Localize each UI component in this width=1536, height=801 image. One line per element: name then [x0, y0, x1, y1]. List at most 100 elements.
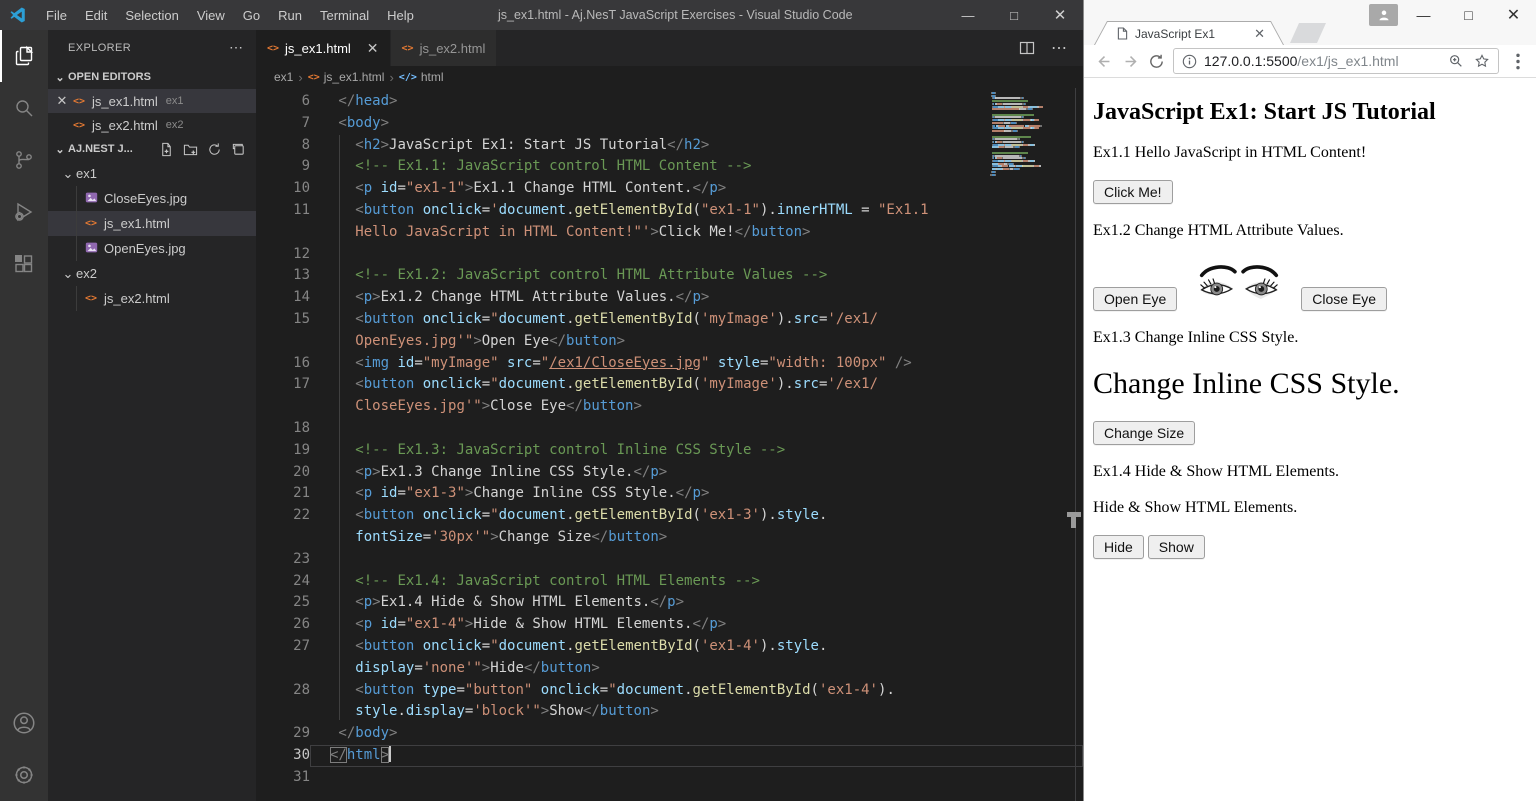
tab-js-ex1[interactable]: <> js_ex1.html ✕ [256, 30, 390, 66]
browser-menu-icon[interactable] [1507, 53, 1529, 70]
run-debug-icon[interactable] [0, 186, 48, 238]
code-line-11[interactable]: 11 <button onclick='document.getElementB… [256, 200, 1083, 222]
close-editor-icon[interactable]: ✕ [54, 93, 70, 109]
click-me-button[interactable]: Click Me! [1093, 180, 1173, 204]
editor-scrollbar[interactable] [1075, 88, 1083, 801]
hide-button[interactable]: Hide [1093, 535, 1144, 559]
explorer-icon[interactable] [0, 30, 48, 82]
close-button[interactable]: ✕ [1037, 0, 1083, 30]
code-line-wrap[interactable]: style.display='block'">Show</button> [256, 701, 1083, 723]
code-line-wrap[interactable]: Hello JavaScript in HTML Content!"'>Clic… [256, 222, 1083, 244]
close-tab-icon[interactable]: ✕ [1254, 26, 1265, 42]
code-line-24[interactable]: 24 <!-- Ex1.4: JavaScript control HTML E… [256, 571, 1083, 593]
extensions-icon[interactable] [0, 238, 48, 290]
menu-go[interactable]: Go [234, 8, 269, 23]
new-folder-icon[interactable] [183, 142, 198, 157]
code-line-27[interactable]: 27 <button onclick="document.getElementB… [256, 636, 1083, 658]
settings-gear-icon[interactable] [0, 749, 48, 801]
explorer-more-actions-icon[interactable]: ⋯ [229, 39, 244, 56]
maximize-button[interactable]: □ [991, 0, 1037, 30]
account-icon[interactable] [0, 697, 48, 749]
refresh-icon[interactable] [207, 142, 222, 157]
code-line-26[interactable]: 26 <p id="ex1-4">Hide & Show HTML Elemen… [256, 614, 1083, 636]
code-line-22[interactable]: 22 <button onclick="document.getElementB… [256, 505, 1083, 527]
code-line-30[interactable]: 30</html> [256, 745, 1083, 767]
breadcrumb-item-html[interactable]: </>html [399, 70, 444, 84]
tree-folder-ex1[interactable]: ⌄ex1 [48, 161, 256, 186]
code-line-7[interactable]: 7 <body> [256, 113, 1083, 135]
tab-js-ex2[interactable]: <> js_ex2.html [391, 30, 497, 66]
code-line-9[interactable]: 9 <!-- Ex1.1: JavaScript control HTML Co… [256, 156, 1083, 178]
reload-icon[interactable] [1143, 53, 1169, 70]
close-eye-button[interactable]: Close Eye [1301, 287, 1387, 311]
zoom-icon[interactable] [1448, 53, 1464, 69]
url-text[interactable]: 127.0.0.1:5500/ex1/js_ex1.html [1204, 53, 1442, 69]
tree-file-js_ex2.html[interactable]: <>js_ex2.html [48, 286, 256, 311]
code-line-6[interactable]: 6 </head> [256, 91, 1083, 113]
code-line-wrap[interactable]: display='none'">Hide</button> [256, 658, 1083, 680]
code-line-23[interactable]: 23 [256, 549, 1083, 571]
code-line-12[interactable]: 12 [256, 244, 1083, 266]
code-line-29[interactable]: 29 </body> [256, 723, 1083, 745]
menu-help[interactable]: Help [378, 8, 423, 23]
code-line-wrap[interactable]: CloseEyes.jpg'">Close Eye</button> [256, 396, 1083, 418]
tree-file-js_ex1.html[interactable]: <>js_ex1.html [48, 211, 256, 236]
browser-tab[interactable]: JavaScript Ex1 ✕ [1094, 21, 1284, 45]
code-line-wrap[interactable]: fontSize='30px'">Change Size</button> [256, 527, 1083, 549]
code-line-14[interactable]: 14 <p>Ex1.2 Change HTML Attribute Values… [256, 287, 1083, 309]
menu-file[interactable]: File [37, 8, 76, 23]
open-editor-js_ex2.html[interactable]: <>js_ex2.htmlex2 [48, 113, 256, 137]
tree-folder-ex2[interactable]: ⌄ex2 [48, 261, 256, 286]
tree-file-OpenEyes.jpg[interactable]: OpenEyes.jpg [48, 236, 256, 261]
forward-icon[interactable] [1117, 53, 1143, 70]
breadcrumb-item-js_ex1.html[interactable]: <>js_ex1.html [308, 70, 385, 84]
split-editor-icon[interactable] [1019, 40, 1035, 56]
code-line-17[interactable]: 17 <button onclick="document.getElementB… [256, 374, 1083, 396]
code-editor[interactable]: 6 </head>7 <body>8 <h2>JavaScript Ex1: S… [256, 88, 1083, 801]
info-icon[interactable] [1182, 54, 1197, 69]
show-button[interactable]: Show [1148, 535, 1205, 559]
menu-selection[interactable]: Selection [116, 8, 187, 23]
close-button[interactable]: ✕ [1491, 0, 1536, 30]
minimize-button[interactable]: — [1401, 0, 1446, 30]
workspace-header[interactable]: ⌄ AJ.NEST J... [48, 137, 256, 161]
change-size-button[interactable]: Change Size [1093, 421, 1195, 445]
resize-handle[interactable] [1067, 512, 1082, 528]
open-editors-header[interactable]: ⌄ OPEN EDITORS [48, 65, 256, 89]
code-line-15[interactable]: 15 <button onclick="document.getElementB… [256, 309, 1083, 331]
open-editor-js_ex1.html[interactable]: ✕<>js_ex1.htmlex1 [48, 89, 256, 113]
code-line-21[interactable]: 21 <p id="ex1-3">Change Inline CSS Style… [256, 483, 1083, 505]
code-line-8[interactable]: 8 <h2>JavaScript Ex1: Start JS Tutorial<… [256, 135, 1083, 157]
menu-edit[interactable]: Edit [76, 8, 116, 23]
code-line-13[interactable]: 13 <!-- Ex1.2: JavaScript control HTML A… [256, 265, 1083, 287]
profile-icon[interactable] [1369, 4, 1398, 26]
collapse-all-icon[interactable] [231, 142, 246, 157]
close-tab-icon[interactable]: ✕ [367, 40, 379, 57]
search-icon[interactable] [0, 82, 48, 134]
code-line-25[interactable]: 25 <p>Ex1.4 Hide & Show HTML Elements.</… [256, 592, 1083, 614]
code-line-31[interactable]: 31 [256, 767, 1083, 789]
maximize-button[interactable]: □ [1446, 0, 1491, 30]
code-line-20[interactable]: 20 <p>Ex1.3 Change Inline CSS Style.</p> [256, 462, 1083, 484]
back-icon[interactable] [1091, 53, 1117, 70]
new-file-icon[interactable] [159, 142, 174, 157]
code-line-28[interactable]: 28 <button type="button" onclick="docume… [256, 680, 1083, 702]
tree-file-CloseEyes.jpg[interactable]: CloseEyes.jpg [48, 186, 256, 211]
source-control-icon[interactable] [0, 134, 48, 186]
more-actions-icon[interactable]: ⋯ [1051, 38, 1067, 58]
code-line-19[interactable]: 19 <!-- Ex1.3: JavaScript control Inline… [256, 440, 1083, 462]
url-bar[interactable]: 127.0.0.1:5500/ex1/js_ex1.html [1173, 48, 1499, 74]
breadcrumb-item-ex1[interactable]: ex1 [274, 70, 293, 84]
open-eye-button[interactable]: Open Eye [1093, 287, 1177, 311]
menu-run[interactable]: Run [269, 8, 311, 23]
bookmark-star-icon[interactable] [1474, 53, 1490, 69]
code-line-10[interactable]: 10 <p id="ex1-1">Ex1.1 Change HTML Conte… [256, 178, 1083, 200]
menu-terminal[interactable]: Terminal [311, 8, 378, 23]
code-line-16[interactable]: 16 <img id="myImage" src="/ex1/CloseEyes… [256, 353, 1083, 375]
menu-view[interactable]: View [188, 8, 234, 23]
code-line-wrap[interactable]: OpenEyes.jpg'">Open Eye</button> [256, 331, 1083, 353]
minimize-button[interactable]: — [945, 0, 991, 30]
minimap[interactable] [990, 92, 1074, 180]
new-tab-button[interactable] [1290, 23, 1326, 43]
code-line-18[interactable]: 18 [256, 418, 1083, 440]
